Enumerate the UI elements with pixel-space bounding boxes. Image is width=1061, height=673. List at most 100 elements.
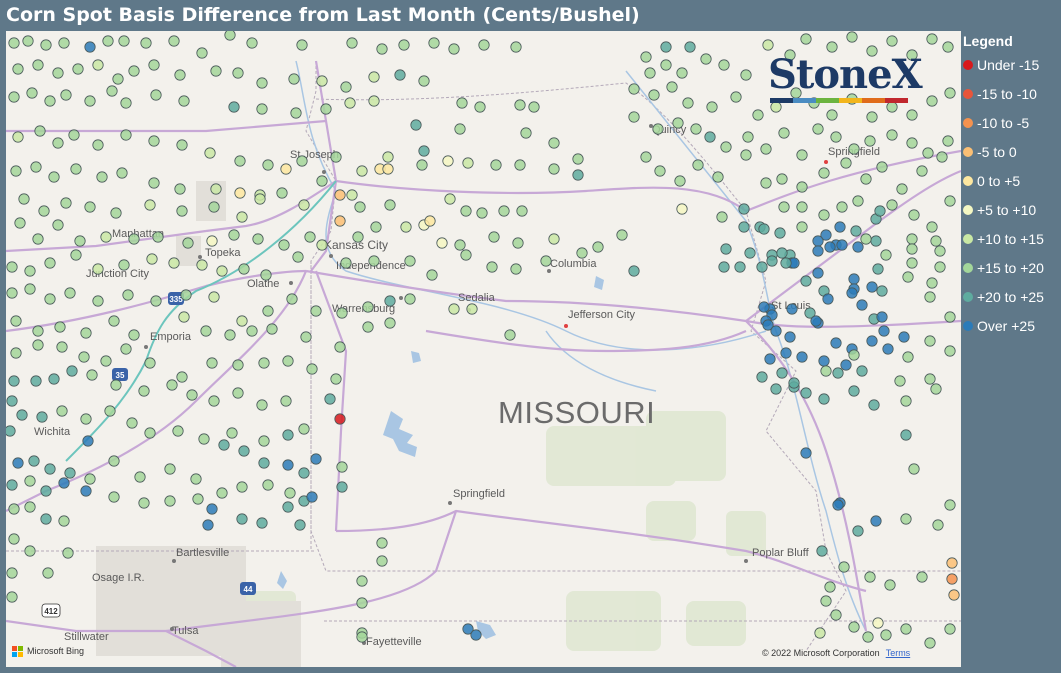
elevator-point[interactable]	[340, 81, 352, 93]
elevator-point[interactable]	[24, 283, 36, 295]
elevator-point[interactable]	[924, 291, 936, 303]
elevator-point[interactable]	[836, 239, 848, 251]
elevator-point[interactable]	[118, 259, 130, 271]
elevator-point[interactable]	[30, 161, 42, 173]
elevator-point[interactable]	[410, 119, 422, 131]
elevator-point[interactable]	[780, 347, 792, 359]
elevator-point[interactable]	[796, 181, 808, 193]
elevator-point[interactable]	[8, 37, 20, 49]
elevator-point[interactable]	[448, 43, 460, 55]
elevator-point[interactable]	[942, 135, 954, 147]
elevator-point[interactable]	[336, 481, 348, 493]
elevator-point[interactable]	[216, 265, 228, 277]
elevator-point[interactable]	[80, 485, 92, 497]
elevator-point[interactable]	[878, 325, 890, 337]
elevator-point[interactable]	[738, 221, 750, 233]
elevator-point[interactable]	[12, 457, 24, 469]
elevator-point[interactable]	[776, 247, 788, 259]
elevator-point[interactable]	[400, 221, 412, 233]
elevator-point[interactable]	[294, 519, 306, 531]
elevator-point[interactable]	[418, 145, 430, 157]
elevator-point[interactable]	[572, 169, 584, 181]
elevator-point[interactable]	[6, 287, 18, 299]
elevator-point[interactable]	[654, 165, 666, 177]
elevator-point[interactable]	[368, 255, 380, 267]
elevator-point[interactable]	[394, 69, 406, 81]
elevator-point[interactable]	[640, 151, 652, 163]
elevator-point[interactable]	[68, 129, 80, 141]
elevator-point[interactable]	[758, 301, 770, 313]
elevator-point[interactable]	[592, 241, 604, 253]
elevator-point[interactable]	[40, 513, 52, 525]
elevator-point[interactable]	[60, 197, 72, 209]
elevator-point[interactable]	[42, 567, 54, 579]
elevator-point[interactable]	[330, 373, 342, 385]
elevator-point[interactable]	[174, 69, 186, 81]
elevator-point[interactable]	[418, 75, 430, 87]
elevator-point[interactable]	[852, 525, 864, 537]
elevator-point[interactable]	[848, 273, 860, 285]
elevator-point[interactable]	[758, 223, 770, 235]
elevator-point[interactable]	[906, 109, 918, 121]
elevator-point[interactable]	[834, 221, 846, 233]
elevator-point[interactable]	[296, 155, 308, 167]
legend-item[interactable]: +10 to +15	[963, 229, 1044, 249]
elevator-point[interactable]	[92, 263, 104, 275]
elevator-point[interactable]	[236, 211, 248, 223]
elevator-point[interactable]	[720, 243, 732, 255]
elevator-point[interactable]	[812, 123, 824, 135]
elevator-point[interactable]	[96, 171, 108, 183]
elevator-point[interactable]	[110, 207, 122, 219]
elevator-point[interactable]	[44, 463, 56, 475]
elevator-point[interactable]	[398, 39, 410, 51]
elevator-point[interactable]	[202, 519, 214, 531]
elevator-point[interactable]	[744, 247, 756, 259]
elevator-point[interactable]	[944, 87, 956, 99]
elevator-point[interactable]	[28, 455, 40, 467]
elevator-point[interactable]	[254, 193, 266, 205]
elevator-point[interactable]	[284, 487, 296, 499]
elevator-point[interactable]	[856, 299, 868, 311]
elevator-point[interactable]	[336, 307, 348, 319]
elevator-point[interactable]	[226, 427, 238, 439]
elevator-point[interactable]	[298, 467, 310, 479]
elevator-point[interactable]	[644, 67, 656, 79]
elevator-point[interactable]	[60, 89, 72, 101]
elevator-point[interactable]	[120, 97, 132, 109]
elevator-point[interactable]	[10, 315, 22, 327]
elevator-point[interactable]	[770, 383, 782, 395]
elevator-point[interactable]	[932, 519, 944, 531]
elevator-point[interactable]	[228, 229, 240, 241]
elevator-point[interactable]	[776, 367, 788, 379]
elevator-point[interactable]	[800, 387, 812, 399]
elevator-point[interactable]	[924, 373, 936, 385]
elevator-point[interactable]	[822, 293, 834, 305]
elevator-point[interactable]	[108, 491, 120, 503]
elevator-point[interactable]	[864, 571, 876, 583]
elevator-point[interactable]	[930, 235, 942, 247]
elevator-point[interactable]	[224, 329, 236, 341]
elevator-point[interactable]	[298, 423, 310, 435]
elevator-point[interactable]	[376, 537, 388, 549]
elevator-point[interactable]	[756, 371, 768, 383]
elevator-point[interactable]	[370, 221, 382, 233]
elevator-point[interactable]	[48, 171, 60, 183]
elevator-point[interactable]	[282, 459, 294, 471]
elevator-point[interactable]	[236, 513, 248, 525]
elevator-point[interactable]	[866, 111, 878, 123]
elevator-point[interactable]	[796, 149, 808, 161]
elevator-point[interactable]	[8, 91, 20, 103]
elevator-point[interactable]	[334, 341, 346, 353]
elevator-point[interactable]	[906, 257, 918, 269]
elevator-point[interactable]	[140, 37, 152, 49]
elevator-point[interactable]	[676, 203, 688, 215]
elevator-point[interactable]	[6, 395, 18, 407]
elevator-point[interactable]	[376, 555, 388, 567]
elevator-point[interactable]	[126, 417, 138, 429]
elevator-point[interactable]	[812, 267, 824, 279]
elevator-point[interactable]	[24, 475, 36, 487]
elevator-point[interactable]	[10, 165, 22, 177]
elevator-point[interactable]	[168, 257, 180, 269]
elevator-point[interactable]	[228, 101, 240, 113]
elevator-point[interactable]	[62, 547, 74, 559]
